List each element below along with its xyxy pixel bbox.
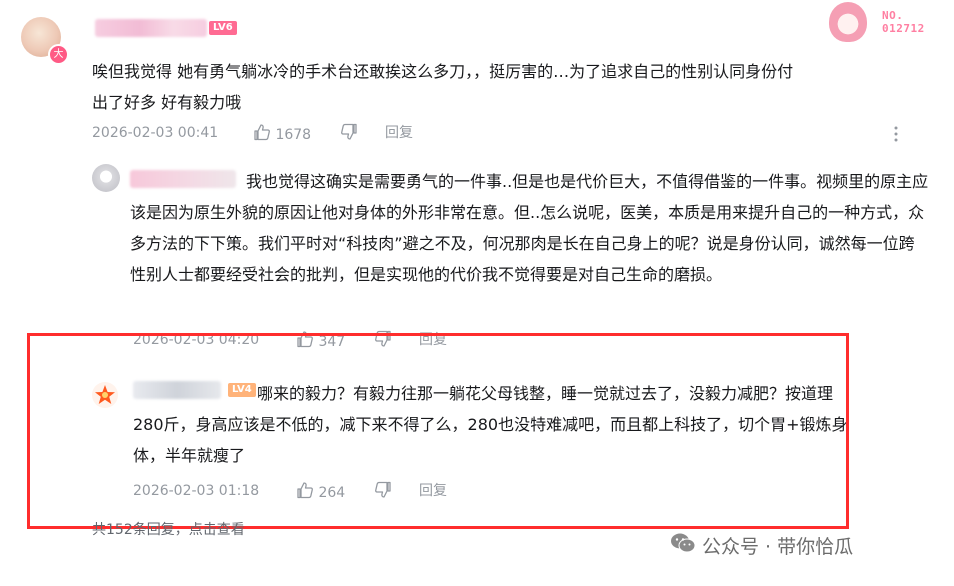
watermark-text: 公众号 · 带你恰瓜 bbox=[702, 536, 854, 558]
comment-line-2: 出了好多 好有毅力哦 bbox=[92, 93, 242, 112]
view-all-replies-link[interactable]: 共152条回复，点击查看 bbox=[92, 519, 245, 539]
reply-avatar[interactable] bbox=[92, 164, 120, 192]
thumbs-up-icon bbox=[253, 123, 271, 147]
reply-content: 我也觉得这确实是需要勇气的一件事..但是也是代价巨大，不值得借鉴的一件事。视频里… bbox=[130, 172, 929, 284]
more-options-icon[interactable] bbox=[894, 124, 898, 144]
wechat-icon bbox=[670, 532, 696, 563]
reply-button[interactable]: 回复 bbox=[385, 123, 413, 143]
comment-line-1: 唉但我觉得 她有勇气躺冰冷的手术台还敢挨这么多刀，，挺厉害的…为了追求自己的性别… bbox=[92, 62, 794, 81]
thumbs-down-icon bbox=[340, 123, 358, 147]
wechat-watermark: 公众号 · 带你恰瓜 bbox=[670, 532, 853, 562]
highlight-annotation-box bbox=[27, 333, 849, 529]
like-button[interactable]: 1678 bbox=[253, 123, 311, 147]
comment-content: 唉但我觉得 她有勇气躺冰冷的手术台还敢挨这么多刀，，挺厉害的…为了追求自己的性别… bbox=[92, 56, 852, 118]
comment-time: 2026-02-03 00:41 bbox=[92, 125, 219, 141]
fan-badge-no-label: NO. bbox=[882, 9, 904, 22]
like-count: 1678 bbox=[275, 127, 312, 143]
avatar-badge: 大 bbox=[48, 44, 69, 65]
fan-badge-number-value: 012712 bbox=[882, 22, 925, 35]
dislike-button[interactable] bbox=[340, 123, 358, 147]
level-badge: LV6 bbox=[209, 21, 237, 35]
commenter-name-redacted[interactable] bbox=[95, 19, 207, 37]
fan-badge-number: NO. 012712 bbox=[882, 9, 938, 35]
fan-badge-avatar bbox=[829, 2, 867, 42]
